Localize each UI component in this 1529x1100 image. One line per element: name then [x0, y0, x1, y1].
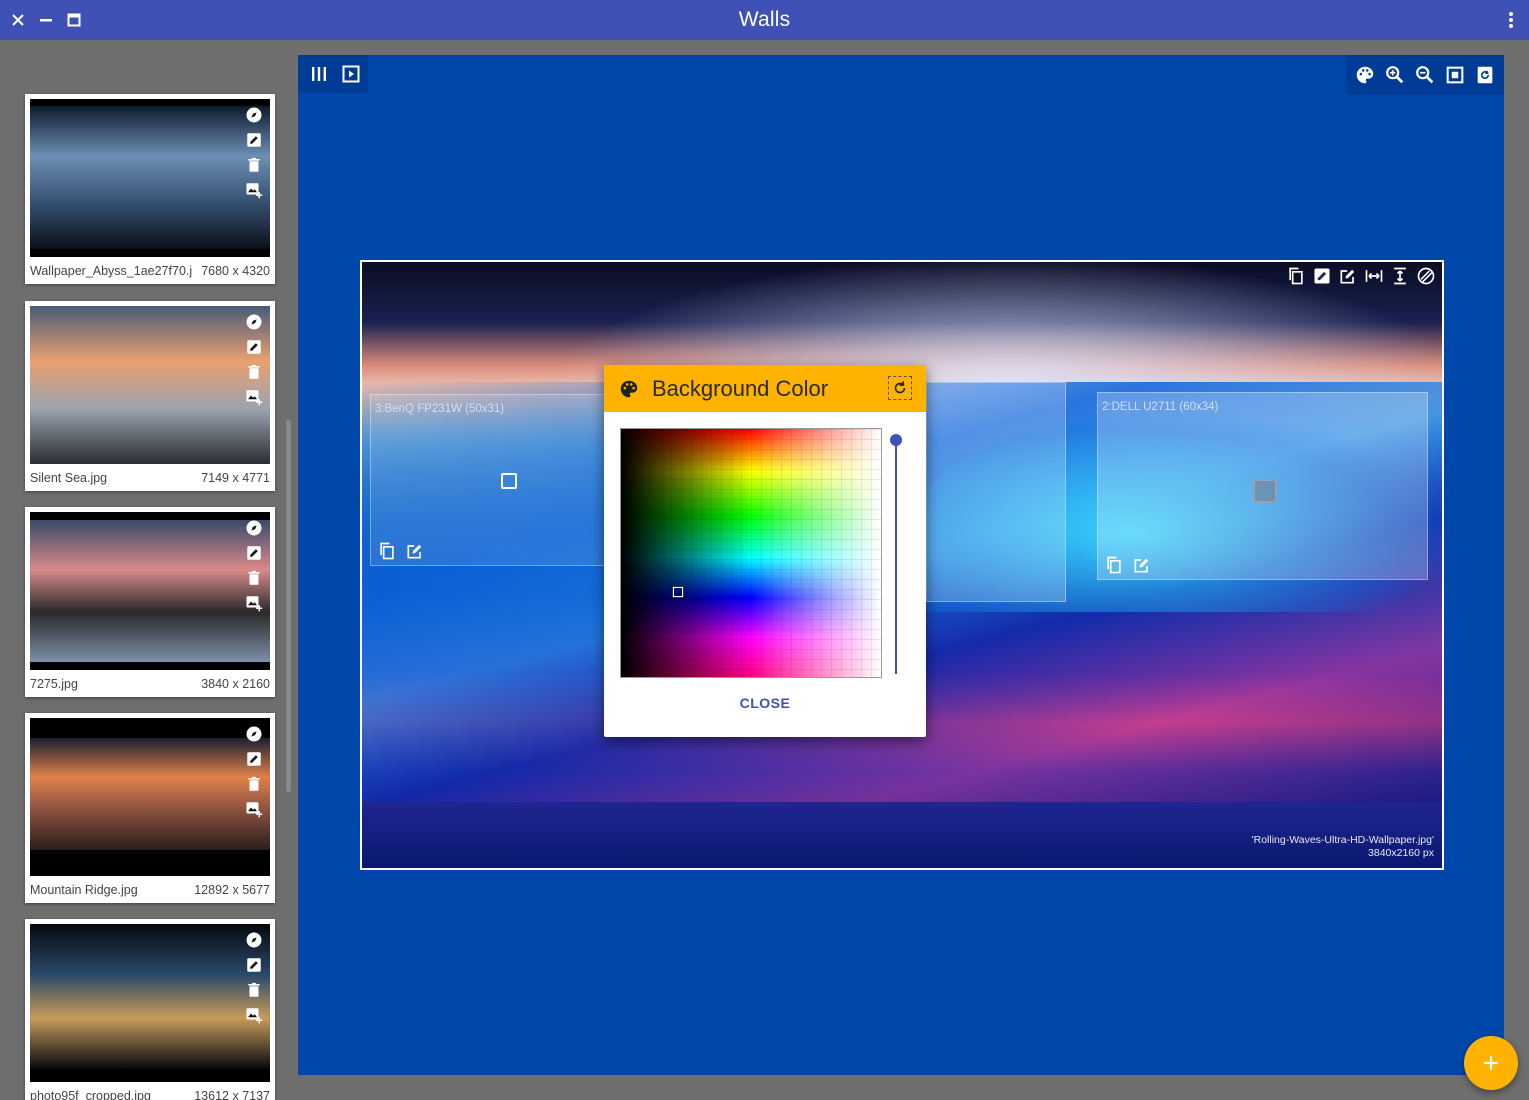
canvas-toolbar: [1286, 266, 1436, 286]
add-image-icon[interactable]: [245, 181, 263, 199]
edit-icon[interactable]: [405, 541, 425, 561]
wallpaper-filename: photo95f_cropped.jpg: [30, 1089, 151, 1100]
edit-icon[interactable]: [1338, 266, 1358, 286]
monitor-tools: [377, 541, 425, 561]
wallpaper-thumbnail[interactable]: [30, 924, 270, 1082]
zoom-in-icon[interactable]: [1384, 64, 1406, 86]
wallpaper-filename: Wallpaper_Abyss_1ae27f70.j: [30, 264, 193, 278]
wallpaper-card[interactable]: Mountain Ridge.jpg 12892 x 5677: [25, 713, 275, 903]
wallpaper-filename: Mountain Ridge.jpg: [30, 883, 138, 897]
wallpaper-thumbnail[interactable]: [30, 718, 270, 876]
sidebar-scrollbar[interactable]: [286, 420, 291, 792]
fit-width-icon[interactable]: [1364, 266, 1384, 286]
wallpaper-card[interactable]: Silent Sea.jpg 7149 x 4771: [25, 301, 275, 491]
wallpaper-card[interactable]: Wallpaper_Abyss_1ae27f70.j 7680 x 4320: [25, 94, 275, 284]
delete-icon[interactable]: [245, 981, 263, 999]
fit-screen-icon[interactable]: [1444, 64, 1466, 86]
wallpaper-caption: Mountain Ridge.jpg 12892 x 5677: [30, 881, 270, 899]
wallpaper-caption: photo95f_cropped.jpg 13612 x 7137: [30, 1087, 270, 1100]
delete-icon[interactable]: [245, 363, 263, 381]
add-image-icon[interactable]: [245, 594, 263, 612]
brightness-slider-thumb[interactable]: [890, 434, 902, 446]
compass-icon[interactable]: [245, 519, 263, 537]
monitor-dell[interactable]: 2:DELL U2711 (60x34): [1097, 392, 1428, 580]
edit-image-icon[interactable]: [245, 338, 263, 356]
wallpaper-card[interactable]: photo95f_cropped.jpg 13612 x 7137: [25, 919, 275, 1100]
more-vert-icon[interactable]: [1499, 8, 1523, 32]
compass-icon[interactable]: [245, 725, 263, 743]
brightness-slider[interactable]: [895, 441, 897, 674]
dialog-header: Background Color: [604, 365, 926, 412]
workspace-toolbar-left: [298, 55, 368, 93]
dialog-title: Background Color: [652, 375, 829, 401]
delete-icon[interactable]: [245, 569, 263, 587]
wallpaper-card-tools: [245, 106, 265, 206]
wallpaper-dimensions: 7149 x 4771: [201, 471, 270, 485]
copy-icon[interactable]: [1104, 555, 1124, 575]
monitor-benq[interactable]: 3:BenQ FP231W (50x31): [370, 394, 610, 566]
wallpaper-filename: Silent Sea.jpg: [30, 471, 108, 485]
monitor-label: 3:BenQ FP231W (50x31): [375, 403, 505, 415]
image-info: 'Rolling-Waves-Ultra-HD-Wallpaper.jpg' 3…: [1252, 834, 1434, 860]
workspace-toolbar-right: [1346, 55, 1504, 95]
wallpaper-card-tools: [245, 725, 265, 825]
add-image-icon[interactable]: [245, 800, 263, 818]
reset-color-icon[interactable]: [888, 376, 912, 400]
delete-icon[interactable]: [245, 775, 263, 793]
edit-image-icon[interactable]: [1312, 266, 1332, 286]
wallpaper-caption: Silent Sea.jpg 7149 x 4771: [30, 469, 270, 487]
compass-icon[interactable]: [245, 931, 263, 949]
wallpaper-thumbnail[interactable]: [30, 512, 270, 670]
wallpaper-dimensions: 3840 x 2160: [201, 677, 270, 691]
image-name: 'Rolling-Waves-Ultra-HD-Wallpaper.jpg': [1251, 834, 1434, 846]
monitor-center-handle[interactable]: [1253, 479, 1277, 503]
slideshow-icon[interactable]: [340, 63, 362, 85]
edit-image-icon[interactable]: [245, 544, 263, 562]
wallpaper-card-tools: [245, 313, 265, 413]
edit-image-icon[interactable]: [245, 750, 263, 768]
wallpaper-dimensions: 7680 x 4320: [201, 264, 270, 278]
zoom-out-icon[interactable]: [1414, 64, 1436, 86]
wallpaper-caption: 7275.jpg 3840 x 2160: [30, 675, 270, 693]
monitor-tools: [1104, 555, 1152, 575]
palette-icon: [618, 378, 640, 400]
color-grid[interactable]: [620, 428, 882, 678]
wallpaper-caption: Wallpaper_Abyss_1ae27f70.j 7680 x 4320: [30, 262, 270, 280]
add-icon: [1484, 1056, 1498, 1070]
color-selection-marker[interactable]: [672, 586, 684, 598]
wallpaper-sidebar: Wallpaper_Abyss_1ae27f70.j 7680 x 4320 Sil…: [0, 40, 296, 1100]
monitor-center-handle[interactable]: [501, 473, 517, 489]
wallpaper-dimensions: 12892 x 5677: [194, 883, 270, 897]
edit-icon[interactable]: [1132, 555, 1152, 575]
reset-icon[interactable]: [1474, 64, 1496, 86]
monitor-label: 2:DELL U2711 (60x34): [1102, 401, 1219, 413]
wallpaper-card[interactable]: 7275.jpg 3840 x 2160: [25, 507, 275, 697]
wallpaper-card-tools: [245, 931, 265, 1031]
wallpaper-thumbnail[interactable]: [30, 99, 270, 257]
compass-icon[interactable]: [245, 106, 263, 124]
wallpaper-dimensions: 13612 x 7137: [194, 1089, 270, 1100]
wallpaper-card-tools: [245, 519, 265, 619]
image-size: 3840x2160 px: [1368, 847, 1434, 859]
copy-icon[interactable]: [1286, 266, 1306, 286]
app-title: Walls: [738, 8, 791, 31]
add-image-icon[interactable]: [245, 1006, 263, 1024]
palette-icon[interactable]: [1354, 64, 1376, 86]
title-bar: Walls: [0, 0, 1529, 40]
compass-icon[interactable]: [245, 313, 263, 331]
add-wallpaper-button[interactable]: [1464, 1036, 1518, 1090]
columns-icon[interactable]: [308, 63, 330, 85]
add-image-icon[interactable]: [245, 388, 263, 406]
close-button[interactable]: CLOSE: [604, 695, 926, 711]
edit-image-icon[interactable]: [245, 131, 263, 149]
wallpaper-thumbnail[interactable]: [30, 306, 270, 464]
background-color-dialog: Background Color CLOSE: [604, 365, 926, 737]
monitor-primary[interactable]: [926, 382, 1066, 602]
delete-icon[interactable]: [245, 156, 263, 174]
fit-height-icon[interactable]: [1390, 266, 1410, 286]
edit-image-icon[interactable]: [245, 956, 263, 974]
copy-icon[interactable]: [377, 541, 397, 561]
wallpaper-filename: 7275.jpg: [30, 677, 78, 691]
rotate-icon[interactable]: [1416, 266, 1436, 286]
